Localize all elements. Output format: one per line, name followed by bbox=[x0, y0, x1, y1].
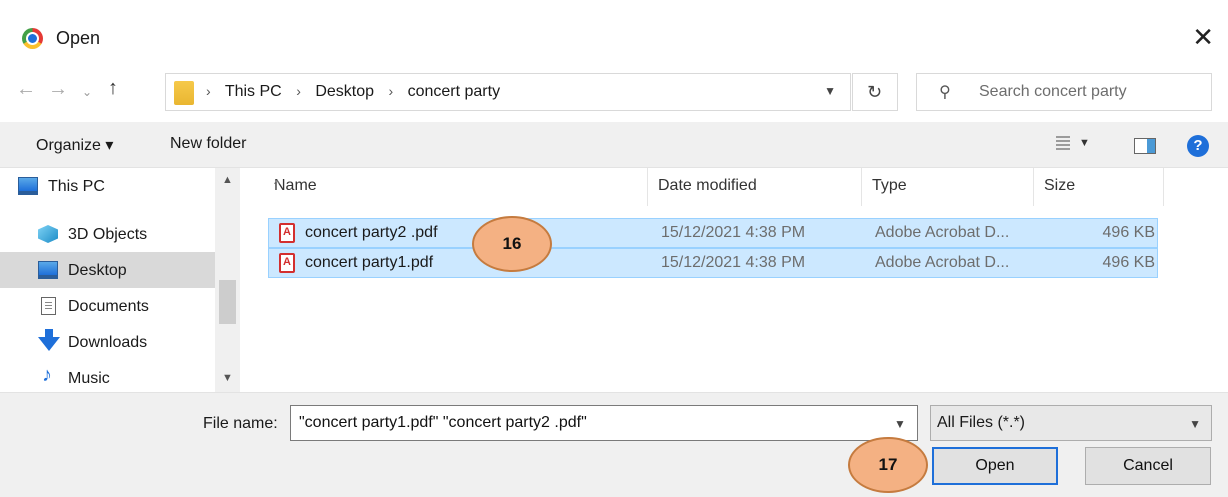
file-name: concert party2 .pdf bbox=[305, 224, 438, 241]
chevron-down-icon[interactable]: ▼ bbox=[894, 417, 906, 431]
window-title: Open bbox=[56, 28, 101, 48]
file-date: 15/12/2021 4:38 PM bbox=[661, 224, 806, 241]
column-header-label: Date modified bbox=[658, 177, 757, 194]
file-row[interactable]: A concert party2 .pdf 15/12/2021 4:38 PM… bbox=[268, 218, 1158, 248]
search-icon: ⚲ bbox=[939, 84, 951, 101]
view-options-icon[interactable] bbox=[1056, 136, 1070, 152]
sidebar-scrollbar[interactable]: ▲ ▼ bbox=[215, 168, 240, 392]
scrollbar-thumb[interactable] bbox=[219, 280, 236, 324]
search-input[interactable]: ⚲ Search concert party bbox=[916, 73, 1212, 111]
forward-arrow-icon[interactable]: → bbox=[48, 78, 68, 101]
breadcrumb-this-pc[interactable]: This PC bbox=[225, 83, 282, 100]
open-button[interactable]: Open bbox=[932, 447, 1058, 485]
sidebar-item-music[interactable]: ♪ Music bbox=[0, 360, 215, 396]
sidebar-item-label: 3D Objects bbox=[68, 226, 148, 243]
breadcrumb-separator: › bbox=[296, 83, 301, 99]
file-type: Adobe Acrobat D... bbox=[875, 224, 1010, 241]
pdf-icon: A bbox=[279, 223, 295, 243]
pdf-icon: A bbox=[279, 253, 295, 273]
sidebar-item-downloads[interactable]: Downloads bbox=[0, 324, 215, 360]
cancel-button[interactable]: Cancel bbox=[1085, 447, 1211, 485]
sidebar-item-this-pc[interactable]: This PC bbox=[0, 168, 215, 204]
sidebar-item-3d-objects[interactable]: 3D Objects bbox=[0, 216, 215, 252]
step-badge-17: 17 bbox=[848, 437, 928, 493]
back-arrow-icon[interactable]: ← bbox=[16, 78, 36, 101]
step-badge-16: 16 bbox=[472, 216, 552, 272]
column-header-name[interactable]: Name ^ bbox=[264, 168, 648, 206]
chevron-down-icon[interactable]: ▼ bbox=[824, 84, 836, 98]
preview-pane-icon[interactable] bbox=[1134, 138, 1156, 154]
monitor-icon bbox=[18, 177, 38, 195]
file-type-filter[interactable]: All Files (*.*) ▼ bbox=[930, 405, 1212, 441]
sidebar-item-label: This PC bbox=[48, 178, 105, 195]
file-date: 15/12/2021 4:38 PM bbox=[661, 254, 806, 271]
file-type-filter-value: All Files (*.*) bbox=[937, 414, 1026, 431]
file-name: concert party1.pdf bbox=[305, 254, 434, 271]
chevron-down-icon: ▼ bbox=[1189, 417, 1201, 431]
cube-icon bbox=[38, 225, 58, 243]
chrome-icon bbox=[22, 28, 43, 49]
column-header-label: Name bbox=[274, 177, 317, 194]
new-folder-button[interactable]: New folder bbox=[170, 135, 246, 153]
document-icon bbox=[41, 297, 56, 315]
file-size: 496 KB bbox=[1102, 224, 1155, 241]
breadcrumb-separator: › bbox=[388, 83, 394, 99]
file-list: Name ^ Date modified Type Size A concert… bbox=[240, 168, 1228, 392]
file-name-label: File name: bbox=[203, 415, 278, 432]
recent-locations-icon[interactable]: ⌄ bbox=[82, 85, 92, 99]
file-size: 496 KB bbox=[1102, 254, 1155, 271]
column-header-type[interactable]: Type bbox=[862, 168, 1034, 206]
refresh-button[interactable]: ↻ bbox=[852, 73, 898, 111]
title-bar: Open ✕ bbox=[0, 14, 1228, 64]
download-arrow-icon bbox=[38, 329, 60, 351]
sidebar-item-desktop[interactable]: Desktop bbox=[0, 252, 215, 288]
breadcrumb-concert-party[interactable]: concert party bbox=[408, 83, 500, 100]
help-icon[interactable]: ? bbox=[1187, 135, 1209, 157]
column-header-label: Size bbox=[1044, 177, 1076, 194]
address-bar[interactable]: › This PC › Desktop › concert party ▼ bbox=[165, 73, 851, 111]
navigation-pane: This PC 3D Objects Desktop Documents Dow… bbox=[0, 168, 240, 392]
refresh-icon: ↻ bbox=[867, 82, 883, 102]
organize-menu[interactable]: Organize ▾ bbox=[36, 135, 113, 155]
close-icon[interactable]: ✕ bbox=[1192, 22, 1214, 53]
search-placeholder: Search concert party bbox=[979, 83, 1127, 100]
address-row: ← → ⌄ ↑ › This PC › Desktop › concert pa… bbox=[0, 68, 1228, 118]
file-row[interactable]: A concert party1.pdf 15/12/2021 4:38 PM … bbox=[268, 248, 1158, 278]
breadcrumb-separator: › bbox=[206, 83, 211, 99]
column-header-label: Type bbox=[872, 177, 907, 194]
file-name-field[interactable] bbox=[290, 405, 918, 441]
music-note-icon: ♪ bbox=[42, 364, 52, 386]
breadcrumb-desktop[interactable]: Desktop bbox=[315, 83, 374, 100]
top-strip bbox=[0, 0, 1228, 6]
breadcrumb: › This PC › Desktop › concert party bbox=[206, 83, 510, 101]
sidebar-item-label: Documents bbox=[68, 298, 149, 315]
scroll-down-icon[interactable]: ▼ bbox=[222, 372, 233, 384]
command-bar: Organize ▾ New folder ▼ ? bbox=[0, 122, 1228, 168]
sidebar-item-label: Downloads bbox=[68, 334, 148, 351]
up-arrow-icon[interactable]: ↑ bbox=[108, 77, 118, 100]
dialog-footer: File name: ▼ All Files (*.*) ▼ Open Canc… bbox=[0, 392, 1228, 497]
sort-ascending-icon: ^ bbox=[274, 177, 280, 191]
scroll-up-icon[interactable]: ▲ bbox=[222, 174, 233, 186]
sidebar-item-label: Music bbox=[68, 370, 110, 387]
file-type: Adobe Acrobat D... bbox=[875, 254, 1010, 271]
sidebar-item-documents[interactable]: Documents bbox=[0, 288, 215, 324]
column-header-date[interactable]: Date modified bbox=[648, 168, 862, 206]
monitor-icon bbox=[38, 261, 58, 279]
folder-icon bbox=[174, 81, 194, 105]
chevron-down-icon[interactable]: ▼ bbox=[1079, 137, 1090, 149]
column-header-size[interactable]: Size bbox=[1034, 168, 1164, 206]
sidebar-item-label: Desktop bbox=[68, 262, 127, 279]
